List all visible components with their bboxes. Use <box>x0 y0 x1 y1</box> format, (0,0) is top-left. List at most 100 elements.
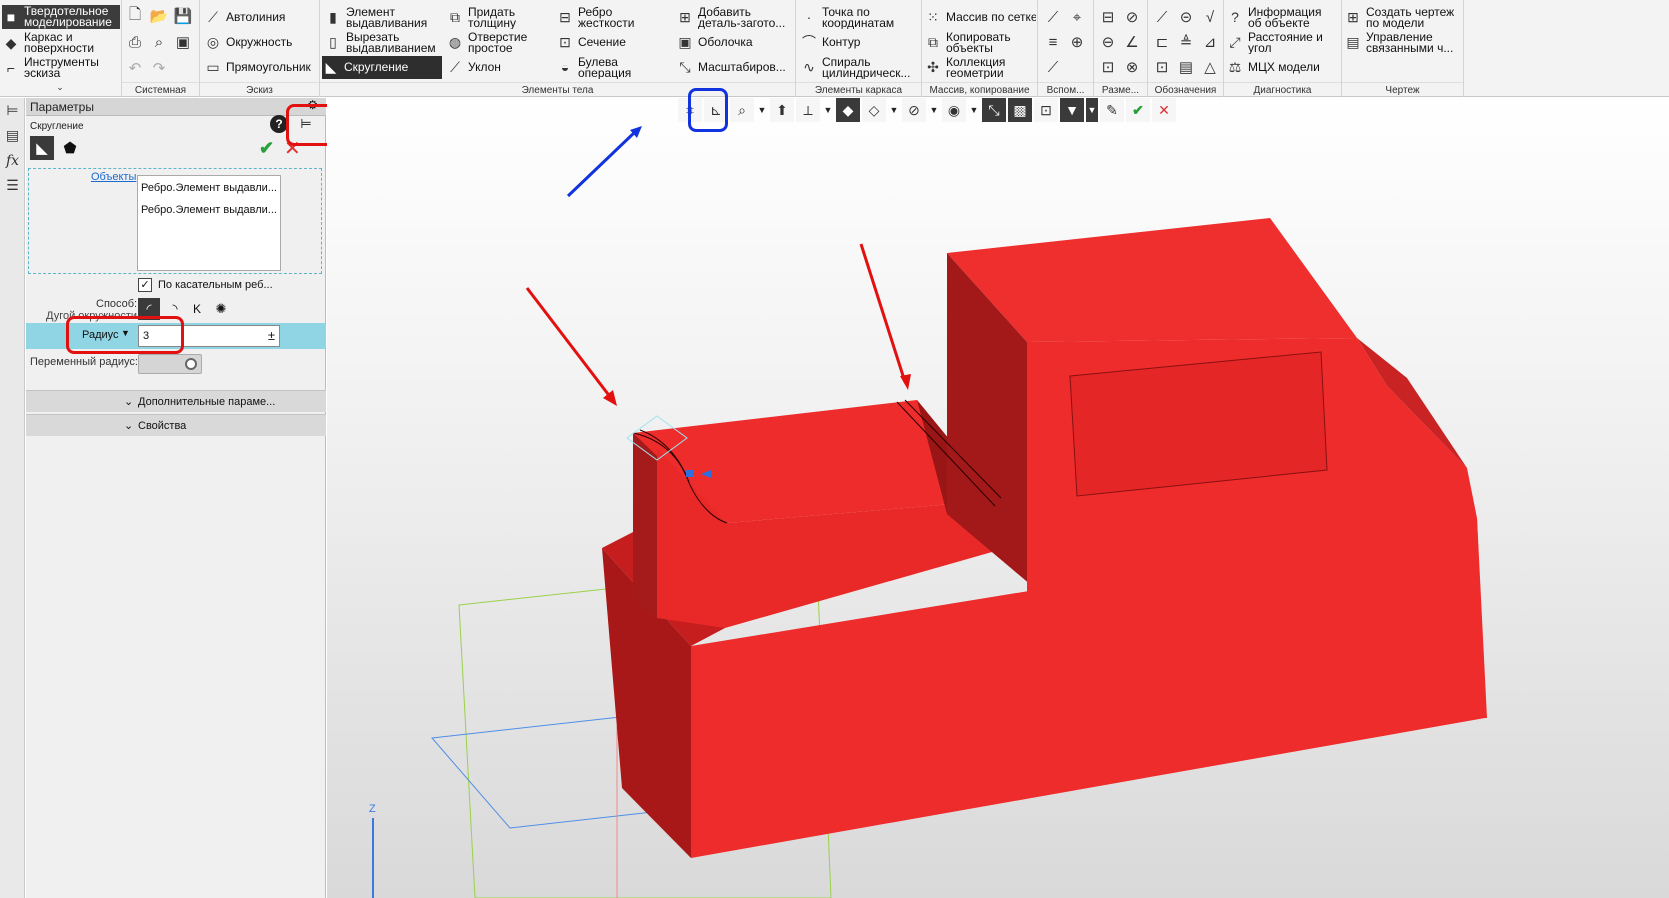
roughness-icon[interactable]: √ <box>1199 6 1221 28</box>
menu-icon[interactable]: ☰ <box>0 173 25 198</box>
dropdown-chevron-icon[interactable]: ▼ <box>756 98 768 122</box>
position-icon[interactable]: △ <box>1199 56 1221 78</box>
radius-plus-minus[interactable]: ± <box>268 328 275 343</box>
mode-sketch-tools[interactable]: ⌐ Инструменты эскиза <box>2 56 120 80</box>
properties-section[interactable]: ⌄ Свойства <box>26 414 326 436</box>
distance-angle-button[interactable]: ⤢ Расстояние и угол <box>1226 31 1340 54</box>
leader-icon[interactable]: ⟋ <box>1151 6 1173 28</box>
aux-axis-icon[interactable]: ⌖ <box>1066 6 1088 28</box>
weld-icon[interactable]: ≜ <box>1175 31 1197 53</box>
save-all-icon[interactable]: ▣ <box>172 31 194 53</box>
copy-objects-button[interactable]: ⧉ Копировать объекты <box>924 31 1036 54</box>
autoline-button[interactable]: ⟋ Автолиния <box>204 6 318 29</box>
object-info-button[interactable]: ? Информация об объекте <box>1226 6 1340 29</box>
dim-diameter-icon[interactable]: ⊘ <box>1121 6 1143 28</box>
contour-button[interactable]: ⌒ Контур <box>800 31 920 54</box>
visibility-icon[interactable]: ◉ <box>942 98 966 122</box>
measure-icon[interactable]: ⊡ <box>1034 98 1058 122</box>
hide-icon[interactable]: ⊘ <box>902 98 926 122</box>
group-dimensions: ⊟ ⊘ ⊖ ∠ ⊡ ⊗ Разме... <box>1094 0 1148 97</box>
more-params-section[interactable]: ⌄ Дополнительные параме... <box>26 390 326 412</box>
aux-line-icon[interactable]: ⟋ <box>1042 56 1064 78</box>
layers-icon[interactable]: ▤ <box>0 123 25 148</box>
dropdown-chevron-icon[interactable]: ▼ <box>822 98 834 122</box>
shell-button[interactable]: ▣ Оболочка <box>676 31 794 54</box>
aux-plane-icon[interactable]: ⟋ <box>1042 6 1064 28</box>
orientation-icon[interactable]: ⬆ <box>770 98 794 122</box>
new-file-icon[interactable]: 🗋 <box>124 5 146 27</box>
variables-fx-icon[interactable]: fx <box>0 148 25 173</box>
print-icon[interactable]: ⎙ <box>124 31 146 53</box>
wireframe-display-icon[interactable]: ◇ <box>862 98 886 122</box>
filter-dropdown-chevron-icon[interactable]: ▼ <box>1086 98 1098 122</box>
draft-button[interactable]: ⟋ Уклон <box>446 56 542 79</box>
method-variable-icon[interactable]: ✺ <box>210 298 232 320</box>
linked-drawings-button[interactable]: ▤ Управление связанными ч... <box>1344 31 1462 54</box>
shaded-display-icon[interactable]: ◆ <box>836 98 860 122</box>
manipulator-point[interactable] <box>686 470 693 477</box>
grid-array-button[interactable]: ⁙ Массив по сетке <box>924 6 1036 29</box>
aux-cs-icon[interactable]: ⊕ <box>1066 31 1088 53</box>
rectangle-button[interactable]: ▭ Прямоугольник <box>204 56 318 79</box>
filter-icon[interactable]: ▼ <box>1060 98 1084 122</box>
marking-icon[interactable]: ⊿ <box>1199 31 1221 53</box>
dropdown-chevron-icon[interactable]: ▼ <box>968 98 980 122</box>
cancel-x-icon[interactable]: ✕ <box>1152 98 1176 122</box>
mass-properties-button[interactable]: ⚖ МЦХ модели <box>1226 56 1340 79</box>
apply-check-icon[interactable]: ✔ <box>1126 98 1150 122</box>
dim-chain-icon[interactable]: ⊗ <box>1121 56 1143 78</box>
table-note-icon[interactable]: ▤ <box>1175 56 1197 78</box>
thicken-button[interactable]: ⧉ Придать толщину <box>446 6 542 29</box>
expand-modes-icon[interactable]: ⌄ <box>49 80 71 94</box>
simple-hole-button[interactable]: ◍ Отверстие простое <box>446 31 542 54</box>
open-folder-icon[interactable]: 📂 <box>148 5 170 27</box>
cut-extrude-button[interactable]: ▯ Вырезать выдавливанием <box>324 31 442 54</box>
confirm-check-icon[interactable]: ✔ <box>259 138 274 159</box>
add-blank-button[interactable]: ⊞ Добавить деталь-загото... <box>676 6 794 29</box>
objects-list[interactable]: Ребро.Элемент выдавли... Ребро.Элемент в… <box>137 175 281 271</box>
objects-link[interactable]: Объекты <box>91 171 136 183</box>
undo-icon[interactable]: ↶ <box>124 57 146 79</box>
fillet-edges-icon[interactable]: ◣ <box>30 136 54 160</box>
mode-wireframe[interactable]: ◆ Каркас и поверхности <box>2 31 120 55</box>
preview-icon[interactable]: ⌕ <box>148 31 170 53</box>
dropdown-chevron-icon[interactable]: ▼ <box>888 98 900 122</box>
section-button[interactable]: ⊡ Сечение <box>556 31 666 54</box>
list-item[interactable]: Ребро.Элемент выдавли... <box>141 204 277 216</box>
dim-radius-icon[interactable]: ⊖ <box>1097 31 1119 53</box>
model-canvas[interactable]: Z <box>327 98 1669 898</box>
geometry-collection-button[interactable]: ✣ Коллекция геометрии <box>924 56 1036 79</box>
redo-icon[interactable]: ↷ <box>148 57 170 79</box>
perspective-icon[interactable]: ▩ <box>1008 98 1032 122</box>
circle-button[interactable]: ◎ Окружность <box>204 31 318 54</box>
3d-viewport[interactable]: Z <box>327 98 1669 898</box>
save-icon[interactable]: 💾 <box>172 5 194 27</box>
tangent-edges-checkbox[interactable]: ✓ <box>138 278 152 292</box>
pen-icon[interactable]: ✎ <box>1100 98 1124 122</box>
dim-angle-icon[interactable]: ∠ <box>1121 31 1143 53</box>
axes-icon[interactable]: ⟂ <box>796 98 820 122</box>
zoom-icon[interactable]: ⌕ <box>730 98 754 122</box>
dropdown-chevron-icon[interactable]: ▼ <box>928 98 940 122</box>
base-icon[interactable]: ⊝ <box>1175 6 1197 28</box>
fillet-button[interactable]: ◣ Скругление <box>322 56 442 79</box>
list-item[interactable]: Ребро.Элемент выдавли... <box>141 182 277 194</box>
create-drawing-button[interactable]: ⊞ Создать чертеж по модели <box>1344 6 1462 29</box>
method-k-icon[interactable]: K <box>186 298 208 320</box>
tolerance-icon[interactable]: ⊏ <box>1151 31 1173 53</box>
dim-auto-icon[interactable]: ⊡ <box>1097 56 1119 78</box>
mode-solid-modeling[interactable]: ■ Твердотельное моделирование <box>2 5 120 29</box>
extrude-button[interactable]: ▮ Элемент выдавливания <box>324 6 442 29</box>
section-view-icon[interactable]: ⤡ <box>982 98 1006 122</box>
tree-icon[interactable]: ⊨ <box>0 98 25 123</box>
cylindrical-helix-button[interactable]: ∿ Спираль цилиндрическ... <box>800 56 920 79</box>
variable-radius-toggle[interactable] <box>138 354 202 374</box>
text-note-icon[interactable]: ⊡ <box>1151 56 1173 78</box>
aux-offset-icon[interactable]: ≡ <box>1042 31 1064 53</box>
scale-button[interactable]: ⤡ Масштабиров... <box>676 56 794 79</box>
rib-button[interactable]: ⊟ Ребро жесткости <box>556 6 666 29</box>
fillet-faces-icon[interactable]: ⬟ <box>58 136 82 160</box>
point-by-coords-button[interactable]: · Точка по координатам <box>800 6 920 29</box>
dim-linear-icon[interactable]: ⊟ <box>1097 6 1119 28</box>
boolean-button[interactable]: ◒ Булева операция <box>556 56 666 79</box>
